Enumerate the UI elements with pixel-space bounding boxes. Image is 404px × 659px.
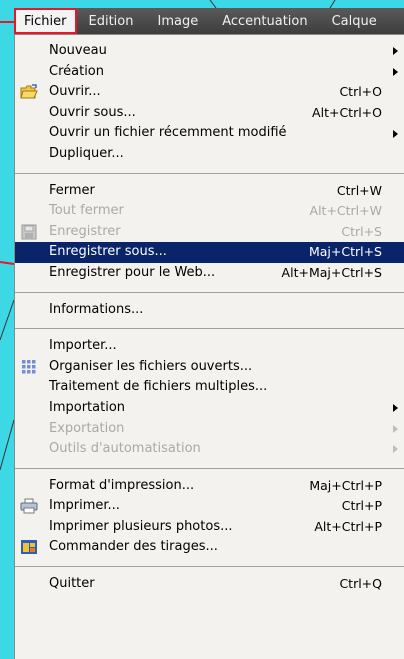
menubar-accentuation[interactable]: Accentuation (210, 8, 319, 34)
menu-item-shortcut: Ctrl+Q (339, 576, 382, 592)
menubar-image[interactable]: Image (145, 8, 210, 34)
menu-item-shortcut: Alt+Ctrl+W (309, 203, 382, 219)
menu-item-traitement-multiples[interactable]: Traitement de fichiers multiples... (15, 377, 404, 398)
menu-item-shortcut: Alt+Ctrl+P (314, 518, 382, 534)
menubar-calque[interactable]: Calque (320, 8, 389, 34)
menubar-fichier[interactable]: Fichier (14, 8, 77, 34)
menu-bar: Fichier Edition Image Accentuation Calqu… (14, 8, 404, 34)
menu-item-label: Importation (49, 399, 126, 415)
menu-item-label: Outils d'automatisation (49, 441, 201, 457)
menu-item-label: Fermer (49, 182, 95, 198)
menu-item-shortcut: Ctrl+W (336, 182, 382, 198)
open-folder-icon (20, 84, 38, 99)
menu-item-nouveau[interactable]: Nouveau (15, 41, 404, 62)
menu-item-creation[interactable]: Création (15, 62, 404, 83)
menu-item-ouvrir[interactable]: Ouvrir... Ctrl+O (15, 82, 404, 103)
menu-item-shortcut: Ctrl+S (341, 223, 382, 239)
menu-item-shortcut: Maj+Ctrl+S (308, 244, 382, 260)
menu-separator (15, 291, 404, 293)
menu-item-commander-tirages[interactable]: Commander des tirages... (15, 537, 404, 558)
menu-item-shortcut: Alt+Ctrl+O (312, 104, 382, 120)
menu-separator (15, 467, 404, 469)
menu-item-imprimer[interactable]: Imprimer... Ctrl+P (15, 496, 404, 517)
menu-item-fermer[interactable]: Fermer Ctrl+W (15, 181, 404, 202)
menu-item-label: Commander des tirages... (49, 539, 218, 555)
submenu-arrow-icon (393, 129, 398, 138)
menubar-edition[interactable]: Edition (77, 8, 146, 34)
menu-item-shortcut: Alt+Maj+Ctrl+S (281, 264, 382, 280)
menu-item-label: Traitement de fichiers multiples... (49, 379, 268, 395)
submenu-arrow-icon (393, 445, 398, 454)
menu-item-label: Organiser les fichiers ouverts... (49, 358, 253, 374)
submenu-arrow-icon (393, 67, 398, 76)
menu-item-organiser[interactable]: Organiser les fichiers ouverts... (15, 357, 404, 378)
submenu-arrow-icon (393, 404, 398, 413)
menu-item-shortcut: Ctrl+O (339, 84, 382, 100)
menu-item-enregistrer[interactable]: Enregistrer Ctrl+S (15, 222, 404, 243)
menu-item-tout-fermer[interactable]: Tout fermer Alt+Ctrl+W (15, 201, 404, 222)
menu-item-outils-automatisation[interactable]: Outils d'automatisation (15, 439, 404, 460)
menu-item-enregistrer-sous[interactable]: Enregistrer sous... Maj+Ctrl+S (15, 242, 404, 263)
menu-item-label: Format d'impression... (49, 477, 195, 493)
save-disk-icon (21, 224, 37, 240)
order-prints-icon (21, 540, 37, 555)
menu-item-label: Enregistrer (49, 223, 121, 239)
menu-item-label: Exportation (49, 420, 125, 436)
menu-item-label: Quitter (49, 576, 95, 592)
menu-separator (15, 566, 404, 568)
menu-item-label: Importer... (49, 338, 117, 354)
menu-item-enregistrer-web[interactable]: Enregistrer pour le Web... Alt+Maj+Ctrl+… (15, 263, 404, 284)
menu-item-importer[interactable]: Importer... (15, 336, 404, 357)
printer-icon (20, 498, 38, 514)
menu-item-label: Enregistrer pour le Web... (49, 264, 216, 280)
menu-item-format-impression[interactable]: Format d'impression... Maj+Ctrl+P (15, 476, 404, 497)
menu-item-shortcut: Ctrl+P (341, 498, 382, 514)
grid-organize-icon (22, 359, 36, 374)
menu-item-label: Tout fermer (49, 203, 124, 219)
menu-item-informations[interactable]: Informations... (15, 300, 404, 321)
menu-item-label: Ouvrir sous... (49, 104, 136, 120)
submenu-arrow-icon (393, 424, 398, 433)
menu-item-imprimer-plusieurs[interactable]: Imprimer plusieurs photos... Alt+Ctrl+P (15, 517, 404, 538)
fichier-dropdown-menu: Nouveau Création Ouvrir... Ctrl+O Ouvrir… (14, 34, 404, 659)
menu-item-label: Informations... (49, 301, 144, 317)
menu-item-label: Dupliquer... (49, 145, 124, 161)
menu-item-label: Imprimer plusieurs photos... (49, 518, 233, 534)
menu-item-dupliquer[interactable]: Dupliquer... (15, 144, 404, 165)
menu-item-label: Ouvrir un fichier récemment modifié (49, 125, 287, 141)
menu-item-label: Création (49, 63, 105, 79)
menu-item-label: Ouvrir... (49, 84, 101, 100)
menu-item-quitter[interactable]: Quitter Ctrl+Q (15, 574, 404, 595)
menu-item-exportation[interactable]: Exportation (15, 419, 404, 440)
menu-item-label: Enregistrer sous... (49, 244, 167, 260)
menu-item-shortcut: Maj+Ctrl+P (309, 477, 382, 493)
menu-item-label: Imprimer... (49, 498, 120, 514)
submenu-arrow-icon (393, 47, 398, 56)
menu-item-label: Nouveau (49, 43, 107, 58)
menu-separator (15, 328, 404, 330)
menu-item-importation[interactable]: Importation (15, 398, 404, 419)
menu-item-ouvrir-recent[interactable]: Ouvrir un fichier récemment modifié (15, 123, 404, 144)
menu-item-ouvrir-sous[interactable]: Ouvrir sous... Alt+Ctrl+O (15, 103, 404, 124)
menu-separator (15, 172, 404, 174)
